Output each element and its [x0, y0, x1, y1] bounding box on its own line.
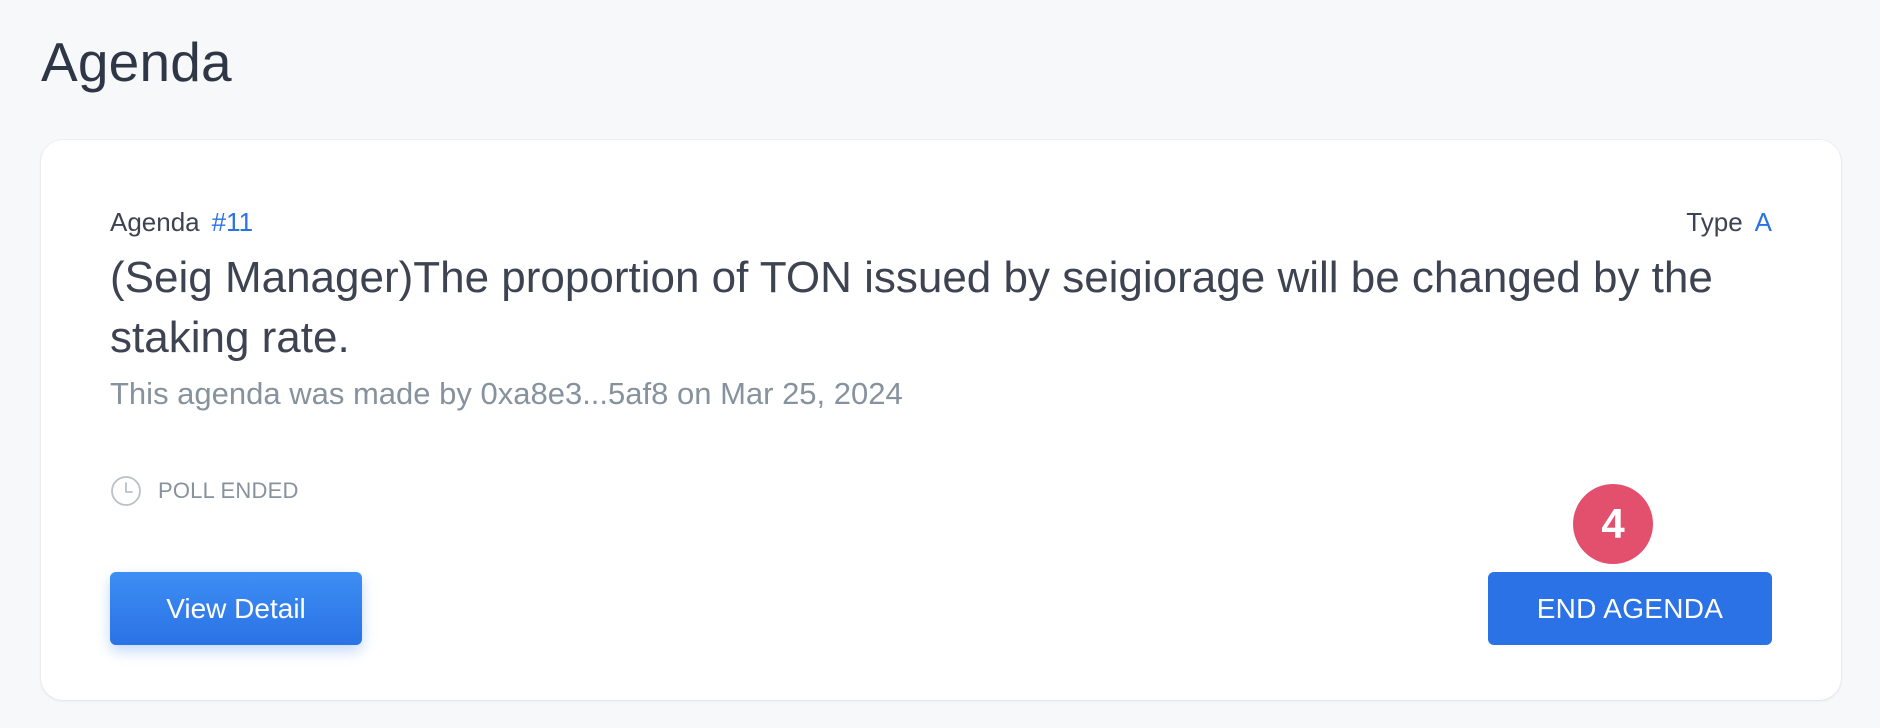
agenda-number: #11: [211, 206, 254, 237]
poll-status: POLL ENDED: [110, 475, 299, 507]
agenda-title: (Seig Manager)The proportion of TON issu…: [110, 253, 1713, 362]
page-title: Agenda: [41, 31, 232, 93]
poll-status-text: POLL ENDED: [158, 478, 299, 503]
end-agenda-button[interactable]: END AGENDA: [1488, 572, 1772, 645]
type-value: A: [1754, 206, 1772, 237]
agenda-id: Agenda #11: [110, 207, 253, 238]
view-detail-button[interactable]: View Detail: [110, 572, 362, 645]
agenda-creator-info: This agenda was made by 0xa8e3...5af8 on…: [110, 376, 903, 411]
agenda-card: Agenda #11 Type A (Seig Manager)The prop…: [41, 140, 1841, 700]
clock-icon: [110, 475, 142, 507]
agenda-meta-row: Agenda #11 Type A: [110, 204, 1772, 240]
agenda-type: Type A: [1686, 207, 1772, 238]
page: Agenda Agenda #11 Type A (Seig Manager)T…: [0, 0, 1880, 728]
step-number-badge: 4: [1573, 484, 1653, 564]
type-label: Type: [1686, 206, 1743, 237]
agenda-label: Agenda: [110, 206, 200, 237]
